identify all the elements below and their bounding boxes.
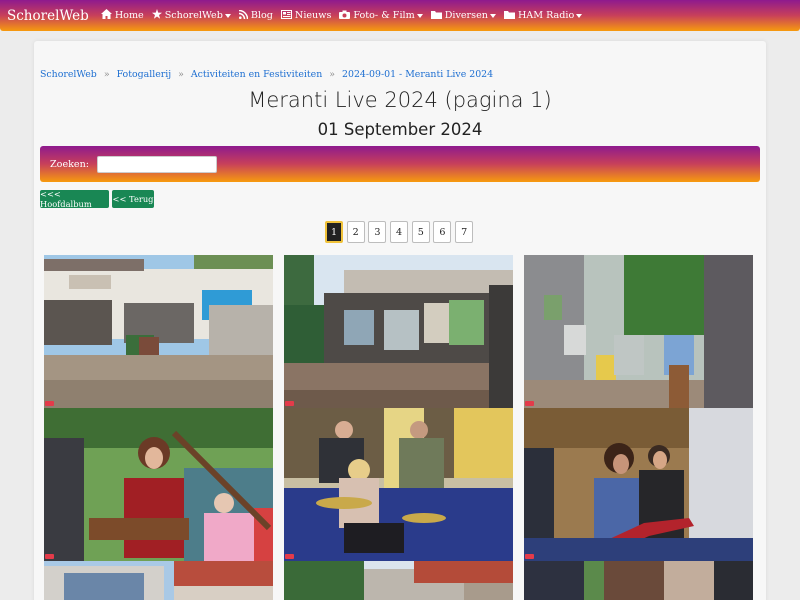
nav-home[interactable]: Home: [100, 9, 144, 22]
page-button-4[interactable]: 4: [390, 221, 409, 243]
nav-home-label: Home: [114, 10, 144, 21]
folder-icon: [503, 10, 515, 22]
photo-marker: [45, 401, 54, 406]
back-button[interactable]: << Terug: [112, 190, 154, 208]
search-input[interactable]: [97, 155, 218, 173]
folder-icon: [430, 10, 442, 22]
page-button-1[interactable]: 1: [325, 221, 343, 243]
photo-marker: [525, 554, 534, 559]
photo-thumbnail[interactable]: [524, 255, 753, 408]
nav-nieuws-label: Nieuws: [294, 10, 332, 21]
camera-icon: [339, 10, 351, 22]
breadcrumb-separator: »: [103, 69, 110, 80]
star-icon: [151, 9, 162, 22]
main-album-button[interactable]: <<< Hoofdalbum: [40, 189, 109, 209]
page-title: Meranti Live 2024 (pagina 1): [248, 88, 552, 112]
nav-foto-film-label: Foto- & Film: [353, 10, 415, 21]
photo-thumbnail[interactable]: [44, 255, 273, 408]
newspaper-icon: [280, 9, 292, 22]
rss-icon: [238, 9, 249, 22]
breadcrumb-separator: »: [329, 69, 336, 80]
home-icon: [100, 9, 112, 22]
photo-thumbnail[interactable]: [284, 255, 513, 408]
search-bar: Zoeken:: [40, 146, 760, 182]
nav-nieuws[interactable]: Nieuws: [280, 9, 332, 22]
photo-marker: [285, 554, 294, 559]
nav-blog-label: Blog: [250, 10, 273, 21]
page-button-3[interactable]: 3: [368, 221, 387, 243]
photo-marker: [285, 401, 294, 406]
nav-ham-radio[interactable]: HAM Radio: [503, 10, 583, 22]
brand-link[interactable]: SchorelWeb: [7, 8, 89, 24]
photo-thumbnail[interactable]: [44, 408, 273, 561]
nav-schorelweb[interactable]: SchorelWeb: [151, 9, 231, 22]
breadcrumb-item-activiteiten[interactable]: Activiteiten en Festiviteiten: [191, 69, 322, 80]
page-button-2[interactable]: 2: [346, 221, 365, 243]
navbar: SchorelWeb Home SchorelWeb Blog Nieuws F…: [0, 0, 800, 31]
caret-down-icon: [576, 13, 583, 18]
photo-thumbnail[interactable]: [44, 561, 273, 600]
page-date: 01 September 2024: [317, 120, 483, 139]
photo-marker: [525, 401, 534, 406]
nav-diversen-label: Diversen: [444, 10, 488, 21]
nav-diversen[interactable]: Diversen: [430, 10, 496, 22]
page-button-7[interactable]: 7: [455, 221, 474, 243]
nav-blog[interactable]: Blog: [238, 9, 273, 22]
breadcrumb-item-album[interactable]: 2024-09-01 - Meranti Live 2024: [342, 69, 493, 80]
photo-thumbnail[interactable]: [524, 561, 753, 600]
search-label: Zoeken:: [50, 158, 90, 170]
page-button-5[interactable]: 5: [411, 221, 430, 243]
breadcrumb-item-fotogallerij[interactable]: Fotogallerij: [117, 69, 172, 80]
nav-schorelweb-label: SchorelWeb: [164, 10, 223, 21]
photo-marker: [45, 554, 54, 559]
breadcrumb-separator: »: [178, 69, 184, 80]
pagination: 1 2 3 4 5 6 7: [325, 221, 477, 243]
caret-down-icon: [489, 13, 496, 18]
photo-thumbnail[interactable]: [524, 408, 753, 561]
photo-thumbnail[interactable]: [284, 408, 513, 561]
breadcrumb: SchorelWeb » Fotogallerij » Activiteiten…: [40, 69, 493, 80]
caret-down-icon: [224, 13, 231, 18]
nav-foto-film[interactable]: Foto- & Film: [339, 10, 423, 22]
photo-thumbnail[interactable]: [284, 561, 513, 600]
nav-ham-radio-label: HAM Radio: [517, 10, 575, 21]
caret-down-icon: [416, 13, 423, 18]
page-button-6[interactable]: 6: [433, 221, 452, 243]
breadcrumb-item-schorelweb[interactable]: SchorelWeb: [40, 69, 97, 80]
